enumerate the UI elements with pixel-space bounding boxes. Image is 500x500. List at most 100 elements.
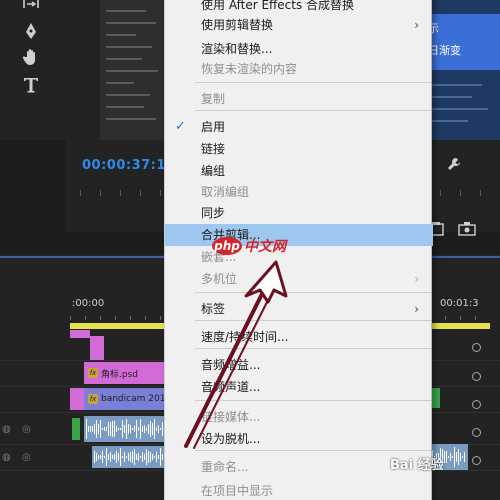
waveform-bar xyxy=(148,451,149,463)
waveform-bar xyxy=(100,455,101,459)
timecode-display[interactable]: 00:00:37:13 xyxy=(82,158,175,173)
menu-item[interactable]: 音频增益... xyxy=(165,354,433,376)
menu-item[interactable]: 合并剪辑... xyxy=(165,224,433,246)
waveform-bar xyxy=(100,419,101,439)
waveform-bar xyxy=(150,452,151,462)
waveform-bar xyxy=(116,450,117,463)
waveform-bar xyxy=(120,448,121,466)
scroll-handle[interactable] xyxy=(472,343,481,352)
waveform-bar xyxy=(146,448,147,466)
menu-item[interactable]: 音频声道... xyxy=(165,376,433,398)
waveform-bar xyxy=(448,455,449,459)
voiceover-icon[interactable]: ◎ xyxy=(22,452,31,463)
waveform-bar xyxy=(122,455,123,459)
clip-segment[interactable] xyxy=(70,330,90,338)
menu-item[interactable]: 速度/持续时间... xyxy=(165,326,433,348)
menu-item[interactable]: 编组 xyxy=(165,160,433,182)
waveform-bar xyxy=(156,427,157,431)
waveform-bar xyxy=(138,452,139,462)
php-badge: php xyxy=(212,237,242,255)
waveform-bar xyxy=(94,423,95,435)
waveform-bar xyxy=(160,448,161,466)
checkmark-icon: ✓ xyxy=(175,119,186,134)
menu-item[interactable]: ✓ 启用 xyxy=(165,116,433,138)
type-icon[interactable] xyxy=(20,74,42,96)
scroll-handle[interactable] xyxy=(472,372,481,381)
waveform-bar xyxy=(102,450,103,464)
waveform-bar xyxy=(444,450,445,464)
waveform-bar xyxy=(130,452,131,462)
menu-item: 复制 xyxy=(165,88,433,110)
waveform-bar xyxy=(456,452,457,462)
fx-icon: fx xyxy=(88,394,98,404)
menu-item[interactable]: 使用剪辑替换 › xyxy=(165,14,433,36)
scroll-handle[interactable] xyxy=(472,400,481,409)
waveform-bar xyxy=(152,453,153,461)
tools-panel xyxy=(0,0,66,140)
pen-icon[interactable] xyxy=(20,20,42,42)
waveform-bar xyxy=(104,455,105,459)
menu-item[interactable]: 同步 xyxy=(165,202,433,224)
menu-item-label: 速度/持续时间... xyxy=(201,330,289,344)
wrench-icon[interactable] xyxy=(446,156,462,176)
clip-segment[interactable] xyxy=(70,388,84,410)
menu-item-label: 渲染和替换... xyxy=(201,42,273,56)
menu-item[interactable]: 链接 xyxy=(165,138,433,160)
waveform-bar xyxy=(152,423,153,435)
menu-item-label: 音频声道... xyxy=(201,380,261,394)
timeline-end-time: 00:01:3 xyxy=(440,298,479,309)
menu-item[interactable]: 设为脱机... xyxy=(165,428,433,450)
timeline-start-time: :00:00 xyxy=(72,298,105,309)
waveform-bar xyxy=(162,422,163,436)
waveform-bar xyxy=(150,421,151,437)
waveform-bar xyxy=(106,448,107,466)
waveform-bar xyxy=(88,425,89,433)
waveform-bar xyxy=(144,454,145,460)
menu-item[interactable]: 标签 › xyxy=(165,298,433,320)
menu-item-label: 使用剪辑替换 xyxy=(201,18,274,32)
waveform-bar xyxy=(130,425,131,433)
title-clip[interactable]: fx 角标.psd xyxy=(84,362,166,384)
menu-item-label: 复制 xyxy=(201,92,226,106)
menu-separator xyxy=(195,400,431,401)
audio-clip[interactable] xyxy=(84,416,166,442)
waveform-bar xyxy=(114,421,115,437)
menu-separator xyxy=(195,320,431,321)
mute-icon[interactable]: ◍ xyxy=(2,452,11,463)
mute-icon[interactable]: ◍ xyxy=(2,424,11,435)
menu-item[interactable]: 渲染和替换... xyxy=(165,38,433,60)
waveform-bar xyxy=(140,455,141,458)
title-clip-label: 角标.psd xyxy=(101,369,138,380)
menu-separator xyxy=(195,110,431,111)
clip-segment[interactable] xyxy=(72,418,80,440)
video-clip-label: bandicam 201 xyxy=(101,394,166,404)
waveform-bar xyxy=(108,421,109,437)
waveform-bar xyxy=(114,454,115,460)
track-select-icon[interactable] xyxy=(20,0,42,18)
waveform-bar xyxy=(90,426,91,432)
video-preview-left xyxy=(100,0,166,140)
menu-item-label: 编组 xyxy=(201,164,226,178)
hand-icon[interactable] xyxy=(20,46,42,68)
waveform-bar xyxy=(148,423,149,434)
waveform-bar xyxy=(94,451,95,463)
clip-segment[interactable] xyxy=(90,336,104,360)
camera-icon[interactable] xyxy=(458,222,476,240)
video-clip[interactable]: fx bandicam 201 xyxy=(84,388,166,410)
php-watermark-text: 中文网 xyxy=(244,239,286,255)
scroll-handle[interactable] xyxy=(472,428,481,437)
scroll-handle[interactable] xyxy=(472,456,481,465)
waveform-bar xyxy=(108,453,109,461)
waveform-bar xyxy=(106,426,107,432)
waveform-bar xyxy=(92,426,93,432)
menu-separator xyxy=(195,292,431,293)
voiceover-icon[interactable]: ◎ xyxy=(22,424,31,435)
waveform-bar xyxy=(110,422,111,436)
menu-separator xyxy=(195,450,431,451)
audio-clip[interactable] xyxy=(92,446,166,468)
waveform-bar xyxy=(132,427,133,431)
waveform-bar xyxy=(450,452,451,462)
waveform-bar xyxy=(162,454,163,460)
menu-item: 恢复未渲染的内容 xyxy=(165,58,433,80)
fx-icon: fx xyxy=(88,368,98,378)
